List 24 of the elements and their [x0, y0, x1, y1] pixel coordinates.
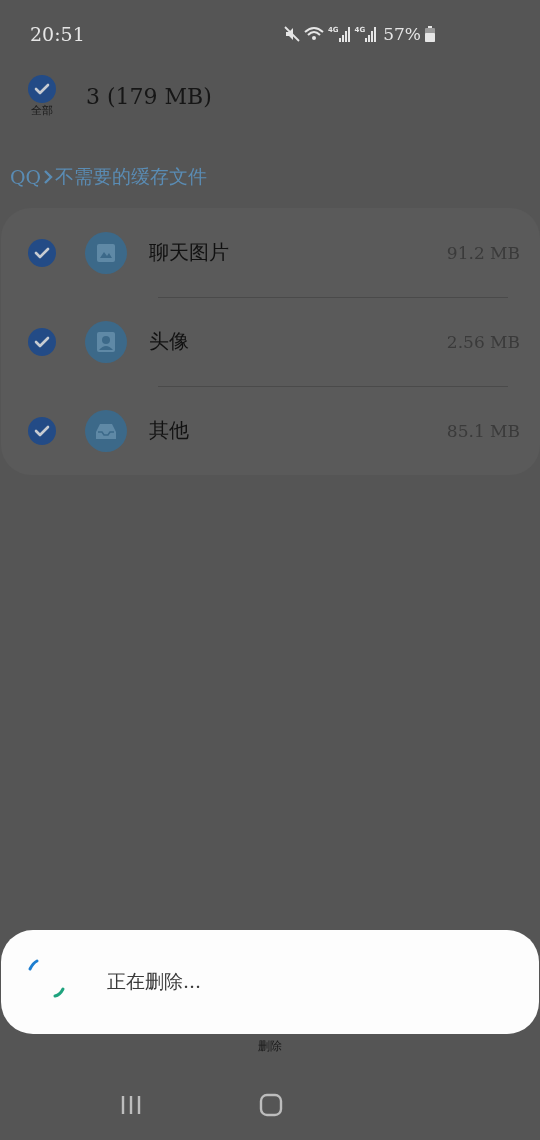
status-time: 20:51 [30, 23, 85, 45]
chevron-icon [43, 169, 54, 185]
checkbox[interactable] [28, 74, 56, 103]
contact-icon [85, 320, 127, 363]
wifi-icon [303, 26, 324, 42]
signal-icon [365, 26, 378, 42]
item-name: 其他 [149, 417, 189, 444]
checkbox[interactable] [28, 416, 56, 445]
mute-icon [283, 26, 300, 42]
checkbox[interactable] [28, 238, 56, 267]
item-name: 聊天图片 [149, 239, 229, 266]
home-icon[interactable] [259, 1093, 283, 1117]
tray-icon [85, 409, 127, 452]
breadcrumb-item[interactable]: QQ [10, 166, 42, 188]
breadcrumb-item[interactable]: 不需要的缓存文件 [55, 164, 208, 190]
progress-message: 正在删除... [107, 969, 202, 994]
selection-summary: 3 (179 MB) [86, 83, 212, 109]
signal-icon [338, 26, 351, 42]
image-icon [85, 231, 127, 274]
battery-percent: 57% [383, 24, 421, 44]
checkbox[interactable] [28, 327, 56, 356]
recents-icon[interactable] [120, 1094, 142, 1116]
battery-icon [425, 26, 435, 42]
item-name: 头像 [149, 328, 189, 355]
